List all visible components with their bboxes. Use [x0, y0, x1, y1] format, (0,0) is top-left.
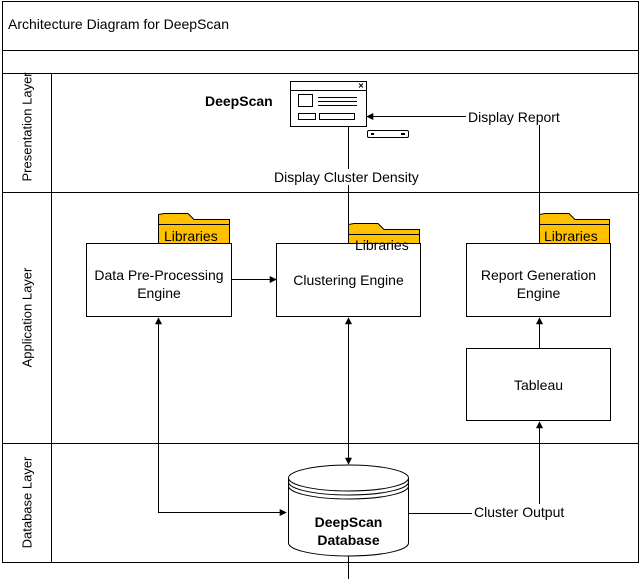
libraries-label-report: Libraries — [544, 228, 598, 244]
node-report-label: Report Generation Engine — [480, 267, 597, 301]
server-icon — [367, 130, 409, 138]
node-preprocessing-label: Data Pre-Processing Engine — [94, 267, 224, 301]
node-clustering[interactable]: Clustering Engine — [276, 243, 421, 317]
edge-label-cluster-output: Cluster Output — [472, 504, 567, 520]
lane-label-database: Database Layer — [19, 456, 35, 549]
edge-database-tableau — [409, 421, 543, 514]
node-clustering-label: Clustering Engine — [293, 272, 404, 288]
edge-preprocessing-database — [155, 317, 287, 516]
ui-label: DeepScan — [205, 93, 273, 109]
node-report[interactable]: Report Generation Engine — [466, 243, 611, 317]
architecture-diagram: Architecture Diagram for DeepScan Presen… — [0, 0, 641, 579]
window-mockup-icon — [290, 81, 367, 127]
edge-label-display-density: Display Cluster Density — [272, 169, 421, 185]
lane-label-presentation: Presentation Layer — [19, 72, 35, 182]
node-tableau-label: Tableau — [513, 376, 564, 393]
lane-label-application: Application Layer — [19, 267, 35, 368]
edge-label-display-report: Display Report — [466, 109, 562, 125]
diagram-title: Architecture Diagram for DeepScan — [8, 16, 229, 32]
libraries-label-preprocessing: Libraries — [164, 228, 218, 244]
node-preprocessing[interactable]: Data Pre-Processing Engine — [86, 243, 232, 317]
node-tableau[interactable]: Tableau — [466, 348, 611, 421]
libraries-label-clustering: Libraries — [355, 237, 409, 253]
node-database-label: DeepScan Database — [314, 514, 383, 548]
